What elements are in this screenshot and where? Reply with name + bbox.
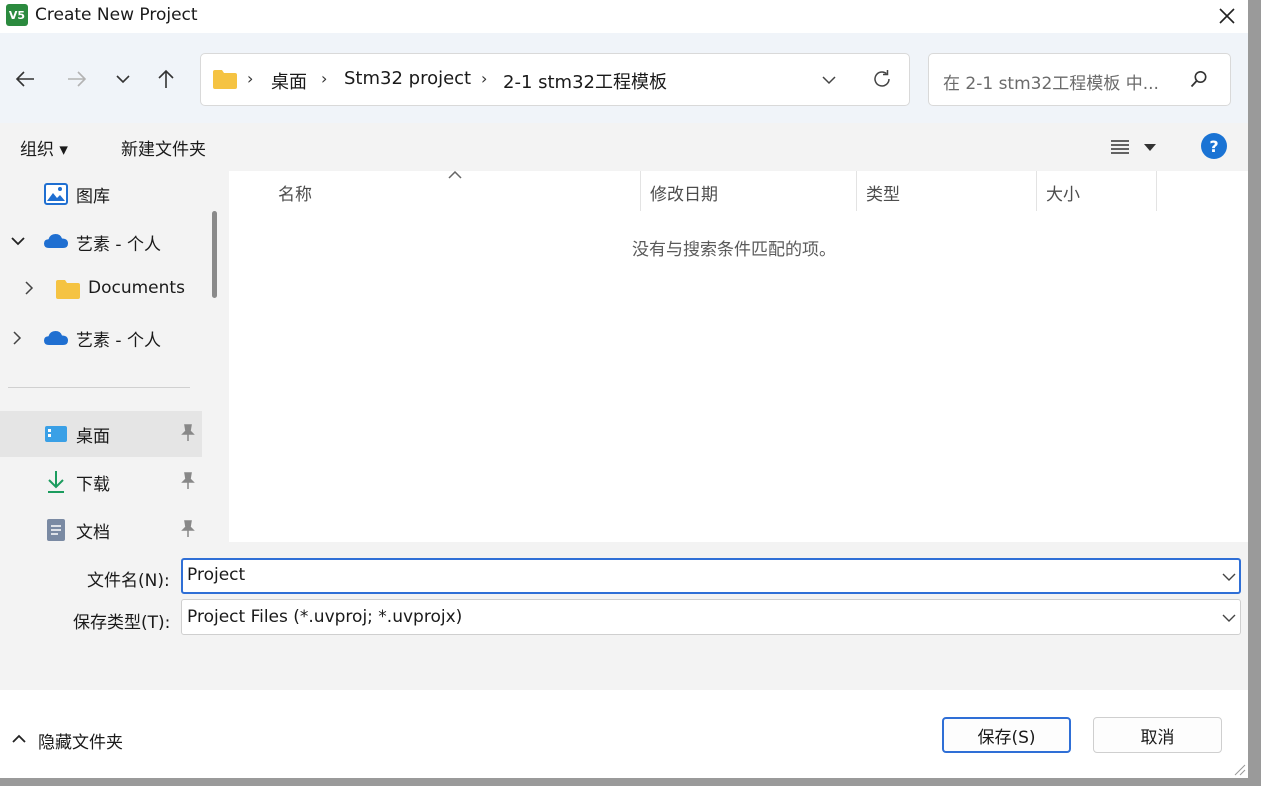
refresh-icon[interactable] xyxy=(872,69,892,89)
onedrive-cloud-icon xyxy=(44,331,68,345)
empty-message: 没有与搜索条件匹配的项。 xyxy=(632,240,836,260)
chevron-down-icon[interactable] xyxy=(11,236,25,246)
desktop-icon xyxy=(45,426,67,442)
save-button[interactable]: 保存(S) xyxy=(942,717,1071,753)
chevron-up-icon xyxy=(12,734,26,743)
sort-ascending-icon xyxy=(448,171,462,179)
filename-label: 文件名(N): xyxy=(87,571,170,591)
sidebar-divider xyxy=(8,387,190,388)
onedrive-cloud-icon xyxy=(44,234,68,248)
column-divider xyxy=(856,171,857,211)
sidebar-item-documents[interactable]: Documents xyxy=(0,267,202,313)
breadcrumb-stm32-project[interactable]: Stm32 project xyxy=(344,68,471,89)
caret-down-icon xyxy=(1144,144,1156,151)
window-title: Create New Project xyxy=(35,5,198,25)
address-history-dropdown[interactable] xyxy=(822,75,836,85)
forward-button[interactable] xyxy=(61,63,93,95)
column-divider xyxy=(640,171,641,211)
organize-menu[interactable]: 组织 ▾ xyxy=(20,135,68,160)
navigation-pane: 图库 艺素 - 个人 Documents 艺素 - 个人 桌面 下载 文档 xyxy=(0,171,203,542)
arrow-left-icon xyxy=(15,71,34,87)
filetype-value: Project Files (*.uvproj; *.uvprojx) xyxy=(187,607,463,627)
back-button[interactable] xyxy=(9,63,41,95)
chevron-down-icon xyxy=(116,75,130,84)
folder-icon xyxy=(213,70,237,89)
search-box[interactable]: 在 2-1 stm32工程模板 中... xyxy=(928,53,1231,106)
column-header-type[interactable]: 类型 xyxy=(866,180,900,205)
search-input[interactable]: 在 2-1 stm32工程模板 中... xyxy=(943,69,1159,94)
hide-folders-toggle[interactable]: 隐藏文件夹 xyxy=(10,728,140,753)
sidebar-item-label: 艺素 - 个人 xyxy=(76,331,161,351)
save-options: 文件名(N): 保存类型(T): Project Files (*.uvproj… xyxy=(0,542,1248,690)
sidebar-item-gallery[interactable]: 图库 xyxy=(0,171,202,217)
breadcrumb-separator: › xyxy=(321,69,328,88)
view-options-button[interactable] xyxy=(1108,136,1160,160)
gallery-icon xyxy=(44,183,68,205)
close-button[interactable] xyxy=(1212,2,1242,30)
column-header-name[interactable]: 名称 xyxy=(278,180,312,205)
search-icon xyxy=(1190,71,1207,88)
title-bar: V5 Create New Project xyxy=(0,0,1248,33)
chevron-down-icon[interactable] xyxy=(1222,573,1236,582)
help-icon[interactable]: ? xyxy=(1201,133,1227,159)
breadcrumb-separator: › xyxy=(481,69,488,88)
pin-icon xyxy=(181,472,195,489)
sidebar-item-label: 文档 xyxy=(76,523,110,542)
dialog-footer: 隐藏文件夹 保存(S) 取消 xyxy=(0,690,1248,778)
chevron-right-icon[interactable] xyxy=(24,281,34,295)
sidebar-item-documents-folder[interactable]: 文档 xyxy=(0,507,202,542)
new-folder-button[interactable]: 新建文件夹 xyxy=(121,135,206,160)
sidebar-item-desktop[interactable]: 桌面 xyxy=(0,411,202,457)
filename-combobox[interactable] xyxy=(181,558,1241,594)
column-divider xyxy=(1036,171,1037,211)
document-icon xyxy=(47,519,65,541)
sidebar-item-onedrive-personal-2[interactable]: 艺素 - 个人 xyxy=(0,315,202,361)
sidebar-item-label: 桌面 xyxy=(76,427,110,447)
breadcrumb-desktop[interactable]: 桌面 xyxy=(271,68,307,94)
chevron-down-icon[interactable] xyxy=(1222,614,1236,623)
recent-locations-button[interactable] xyxy=(107,63,139,95)
arrow-up-icon xyxy=(158,69,174,88)
file-list: 名称 修改日期 类型 大小 没有与搜索条件匹配的项。 xyxy=(229,171,1248,542)
sidebar-item-label: 艺素 - 个人 xyxy=(76,235,161,255)
sidebar-item-label: 图库 xyxy=(76,187,110,207)
sidebar-item-label: Documents xyxy=(88,278,185,298)
pin-icon xyxy=(181,424,195,441)
filetype-label: 保存类型(T): xyxy=(73,613,171,633)
sidebar-item-onedrive-personal[interactable]: 艺素 - 个人 xyxy=(0,219,202,265)
details-view-icon xyxy=(1111,140,1129,154)
address-bar[interactable]: › 桌面 › Stm32 project › 2-1 stm32工程模板 xyxy=(200,53,910,106)
keil-app-icon: V5 xyxy=(6,4,28,26)
breadcrumb-separator: › xyxy=(247,69,254,88)
column-divider xyxy=(1156,171,1157,211)
up-button[interactable] xyxy=(150,63,182,95)
filename-input[interactable] xyxy=(187,565,1187,585)
command-toolbar: 组织 ▾ 新建文件夹 ? xyxy=(0,123,1248,171)
close-icon xyxy=(1219,8,1235,24)
resize-grip-icon[interactable] xyxy=(1234,764,1246,776)
sidebar-item-downloads[interactable]: 下载 xyxy=(0,459,202,505)
filetype-select[interactable]: Project Files (*.uvproj; *.uvprojx) xyxy=(181,599,1241,635)
pin-icon xyxy=(181,520,195,537)
chevron-right-icon[interactable] xyxy=(12,331,22,345)
column-header-modified[interactable]: 修改日期 xyxy=(650,180,718,205)
hide-folders-label: 隐藏文件夹 xyxy=(38,733,123,753)
download-icon xyxy=(48,471,64,493)
breadcrumb-current-folder[interactable]: 2-1 stm32工程模板 xyxy=(503,68,667,94)
arrow-right-icon xyxy=(68,71,87,87)
sidebar-scrollbar[interactable] xyxy=(212,211,217,298)
sidebar-item-label: 下载 xyxy=(76,475,110,495)
save-dialog: V5 Create New Project › 桌面 › Stm32 proje… xyxy=(0,0,1248,778)
column-header-size[interactable]: 大小 xyxy=(1046,180,1080,205)
cancel-button[interactable]: 取消 xyxy=(1093,717,1222,753)
folder-icon xyxy=(56,280,80,299)
